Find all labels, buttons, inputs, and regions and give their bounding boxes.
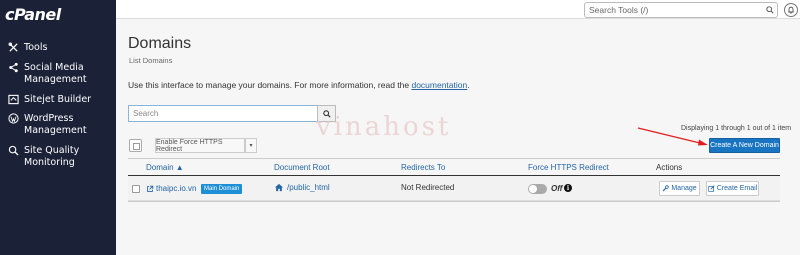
- info-icon[interactable]: i: [564, 184, 572, 192]
- sidebar: cPanel Tools Social Media Management Sit…: [0, 0, 116, 255]
- annotation-arrow: [637, 127, 708, 146]
- select-all-checkbox[interactable]: [129, 139, 142, 152]
- column-header-document-root[interactable]: Document Root: [274, 163, 330, 172]
- create-email-button[interactable]: Create Email: [706, 181, 759, 196]
- table-bottom-border: [128, 201, 780, 202]
- wordpress-icon: [4, 113, 22, 124]
- page-description: Use this interface to manage your domain…: [128, 80, 470, 90]
- create-domain-button[interactable]: Create A New Domain: [709, 138, 780, 153]
- domain-link[interactable]: thaipc.io.vn: [146, 184, 196, 193]
- domain-name: thaipc.io.vn: [156, 184, 197, 193]
- description-end: .: [467, 80, 470, 90]
- sitejet-icon: [4, 94, 22, 105]
- edit-icon: [708, 185, 715, 192]
- home-icon: [274, 183, 284, 192]
- create-email-label: Create Email: [716, 185, 758, 192]
- table-top-border: [128, 158, 780, 159]
- documentation-link[interactable]: documentation: [411, 80, 467, 90]
- search-tools-input[interactable]: [585, 3, 763, 17]
- cpanel-logo[interactable]: cPanel: [5, 5, 61, 24]
- wrench-icon: [662, 185, 670, 192]
- manage-label: Manage: [671, 185, 697, 192]
- enable-force-https-button[interactable]: Enable Force HTTPS Redirect: [155, 138, 245, 153]
- document-root-path: /public_html: [287, 183, 330, 192]
- force-https-status: Off: [551, 184, 563, 193]
- force-https-toggle[interactable]: [528, 184, 547, 194]
- column-header-redirects-to[interactable]: Redirects To: [401, 163, 445, 172]
- redirects-to-value: Not Redirected: [401, 183, 455, 192]
- tools-icon: [4, 42, 22, 53]
- external-link-icon: [147, 185, 154, 192]
- row-checkbox[interactable]: [132, 185, 140, 193]
- page-title: Domains: [128, 35, 192, 52]
- sidebar-item-label: WordPress Management: [24, 113, 87, 136]
- sidebar-item-label: Sitejet Builder: [24, 94, 92, 105]
- bell-icon[interactable]: [784, 3, 798, 17]
- vinahost-watermark: vinahost: [316, 112, 452, 142]
- sidebar-item-label: Social Media Management: [24, 62, 87, 85]
- force-https-dropdown-caret[interactable]: ▾: [245, 138, 257, 153]
- page-subtitle: List Domains: [129, 56, 173, 65]
- share-icon: [4, 62, 22, 73]
- sidebar-item-site-quality[interactable]: Site Quality Monitoring: [0, 145, 116, 169]
- column-header-domain[interactable]: Domain ▲: [146, 163, 184, 172]
- toggle-knob: [529, 185, 537, 193]
- sidebar-item-tools[interactable]: Tools: [0, 42, 116, 54]
- sidebar-item-sitejet[interactable]: Sitejet Builder: [0, 94, 116, 106]
- sidebar-item-social-media[interactable]: Social Media Management: [0, 62, 116, 86]
- search-icon[interactable]: [763, 6, 777, 14]
- domain-search-input[interactable]: [129, 106, 317, 121]
- description-text: Use this interface to manage your domain…: [128, 80, 412, 90]
- search-tools-box: [584, 2, 778, 18]
- sidebar-item-wordpress[interactable]: WordPress Management: [0, 113, 116, 137]
- domain-search-box: [128, 105, 318, 122]
- document-root-link[interactable]: /public_html: [274, 183, 330, 192]
- column-header-actions: Actions: [656, 163, 683, 172]
- monitoring-icon: [4, 145, 22, 156]
- sidebar-item-label: Tools: [24, 42, 48, 53]
- manage-button[interactable]: Manage: [659, 181, 700, 196]
- column-header-force-https[interactable]: Force HTTPS Redirect: [528, 163, 609, 172]
- sidebar-item-label: Site Quality Monitoring: [24, 145, 80, 168]
- main-domain-badge: Main Domain: [201, 184, 243, 194]
